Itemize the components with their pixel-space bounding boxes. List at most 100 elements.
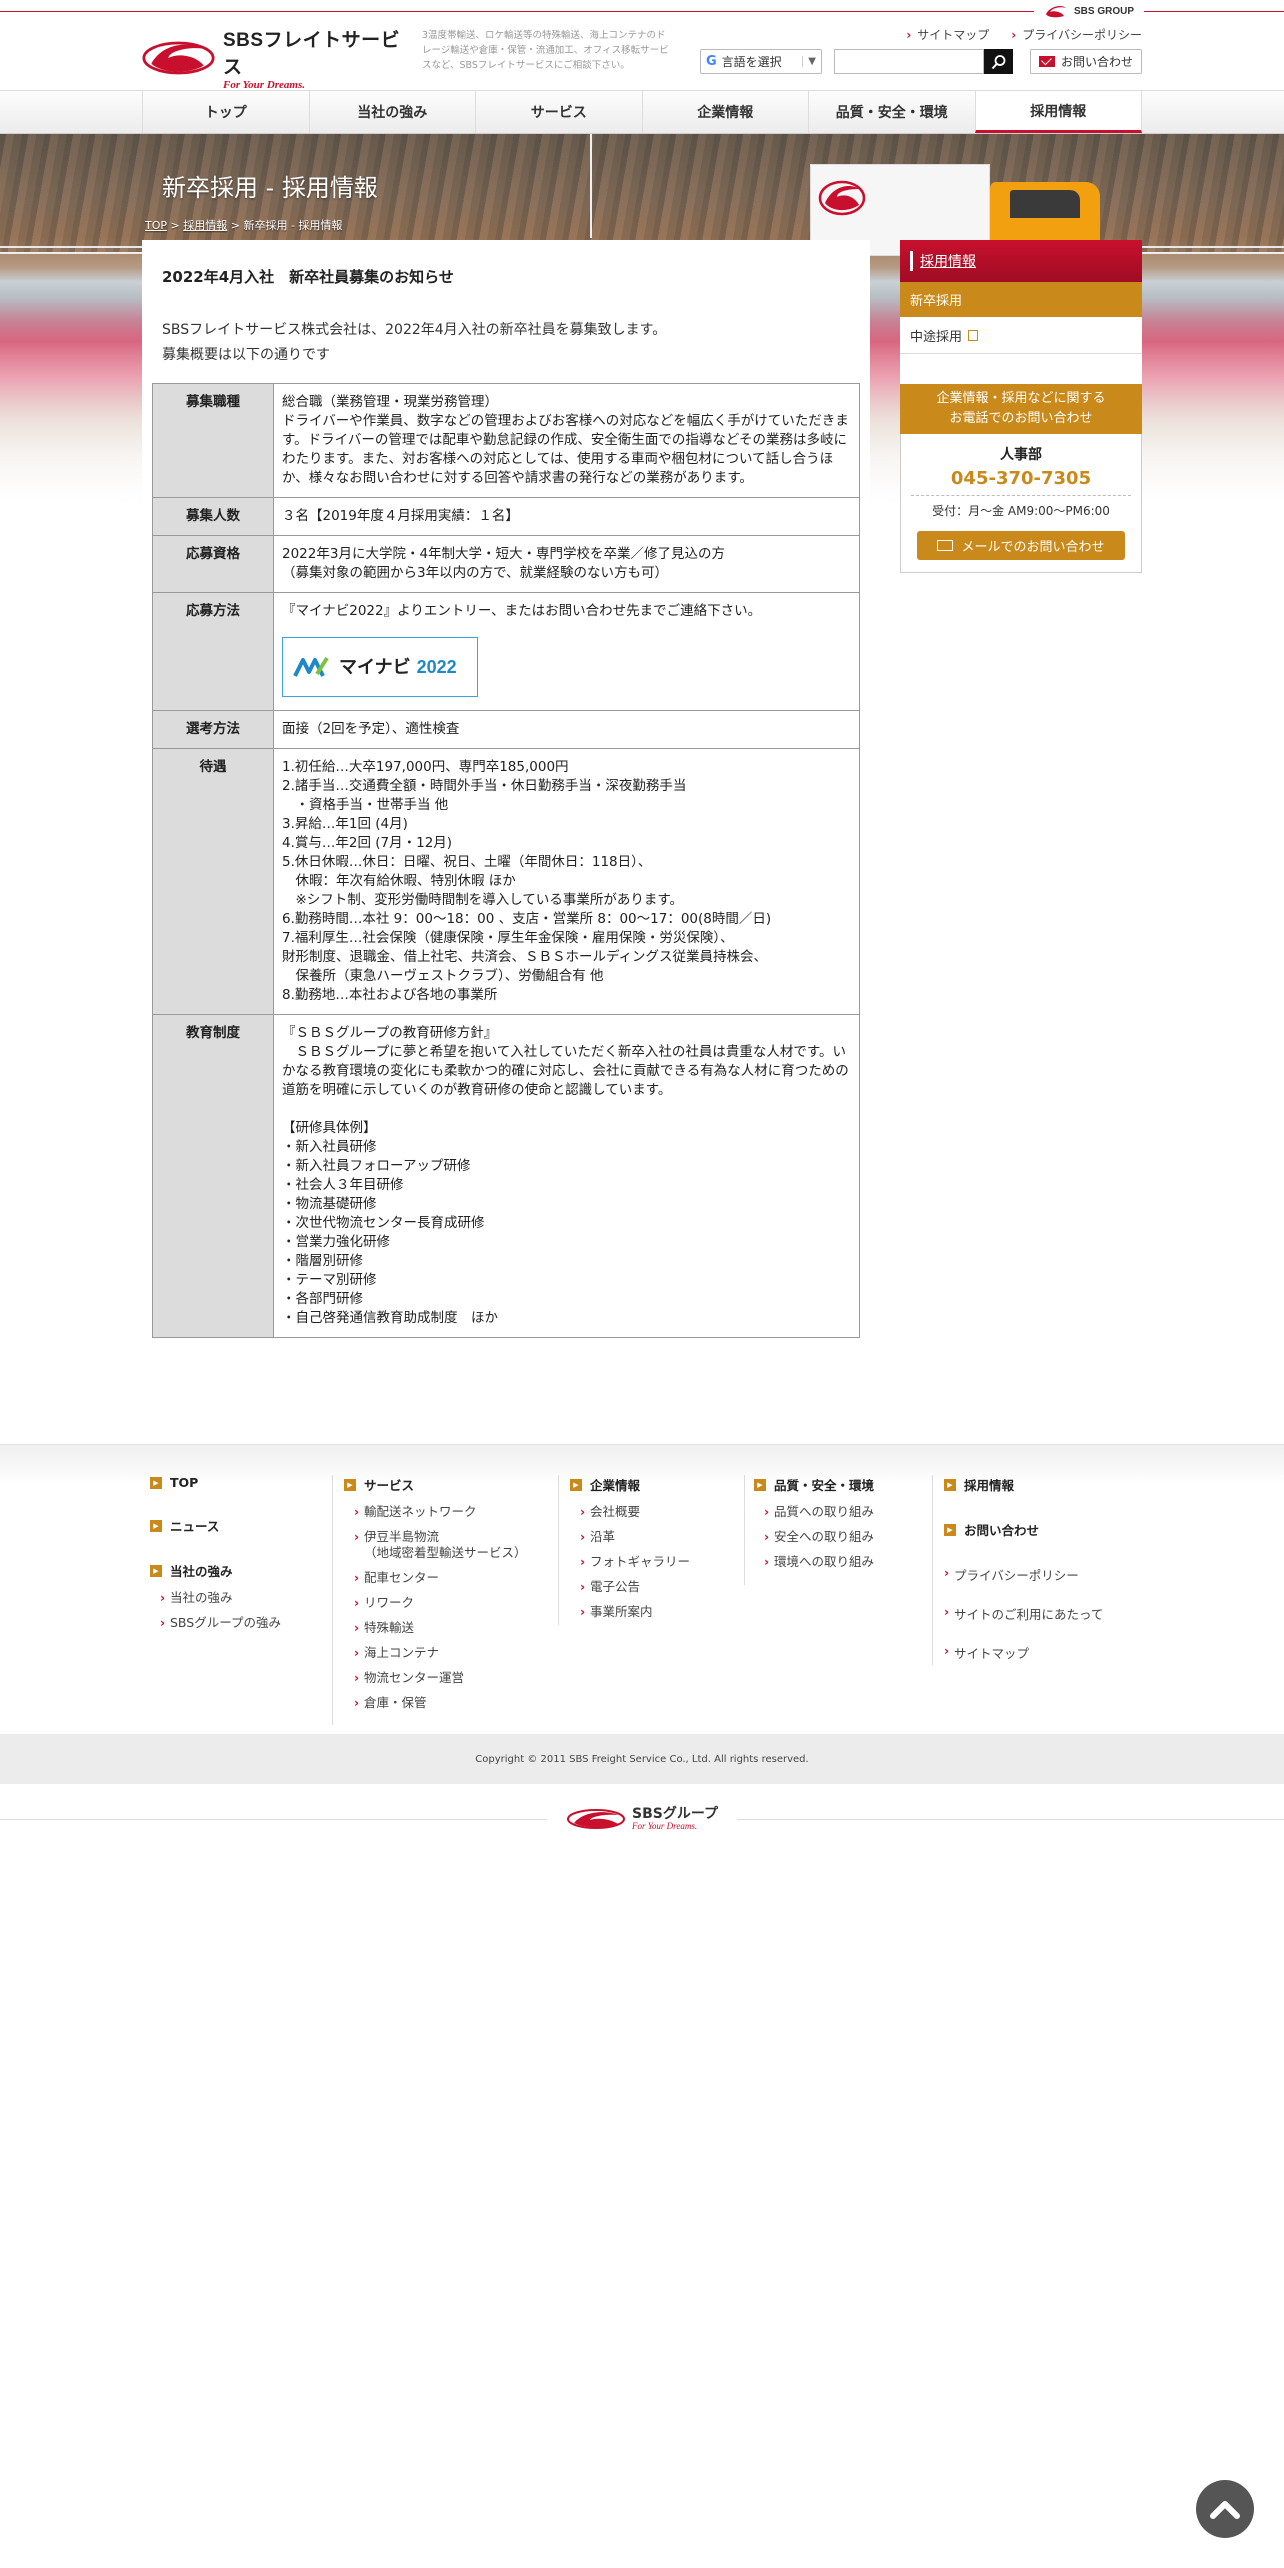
footer-link-history[interactable]: 沿革 [570,1529,690,1545]
mynavi-banner-link[interactable]: マイナビ 2022 [282,637,478,697]
nav-item-services[interactable]: サービス [475,91,642,133]
footer-link-rework[interactable]: リワーク [344,1595,527,1611]
sbs-swoosh-icon [567,1809,625,1829]
footer-col-5: 採用情報 お問い合わせ プライバシーポリシー サイトのご利用にあたって サイトマ… [944,1475,1103,1682]
footer-link-photo-gallery[interactable]: フォトギャラリー [570,1554,690,1570]
nav-item-strengths[interactable]: 当社の強み [308,91,476,133]
footer-link-privacy[interactable]: プライバシーポリシー [944,1565,1103,1584]
footer-link-quality[interactable]: 品質・安全・環境 [754,1475,874,1494]
company-logo[interactable]: SBSフレイトサービス For Your Dreams. [142,30,407,91]
footer-link-public-notice[interactable]: 電子公告 [570,1579,690,1595]
footer-link-izu-logistics[interactable]: 伊豆半島物流 （地域密着型輸送サービス） [344,1529,527,1561]
header-description: 3温度帯輸送、ロケ輸送等の特殊輸送、海上コンテナのドレージ輸送や倉庫・保管・流通… [422,30,669,71]
row-value-job: 総合職（業務管理・現業労務管理） ドライバーや作業員、数字などの管理およびお客様… [273,383,860,498]
education-line: ・社会人３年目研修 [282,1177,404,1193]
sbs-group-logo[interactable]: SBSグループ For Your Dreams. [547,1804,737,1834]
sbs-group-badge[interactable]: SBS GROUP [1033,0,1144,22]
footer-link-contact[interactable]: お問い合わせ [944,1520,1103,1539]
breadcrumb-top-link[interactable]: TOP [145,219,167,232]
search-button[interactable] [984,49,1013,74]
footer-link-warehouse[interactable]: 倉庫・保管 [344,1695,527,1711]
benefit-line: ※シフト制、変形労働時間制を導入している事業所があります。 [282,892,684,908]
mail-contact-label: メールでのお問い合わせ [961,540,1105,555]
contact-button[interactable]: お問い合わせ [1030,49,1142,74]
education-line [282,1100,851,1119]
nav-item-company[interactable]: 企業情報 [641,91,809,133]
google-icon: G [706,54,717,69]
footer-separator [932,1475,933,1665]
sitemap-link[interactable]: サイトマップ [906,26,989,43]
footer-link-group-strengths[interactable]: SBSグループの強み [150,1615,281,1631]
phone-contact-heading-line: お電話でのお問い合わせ [949,411,1093,426]
mynavi-logo-icon [293,656,329,677]
footer-link-offices[interactable]: 事業所案内 [570,1604,690,1620]
footer-link-quality-efforts[interactable]: 品質への取り組み [754,1504,874,1520]
row-label-selection: 選考方法 [152,710,274,749]
site-header: SBSフレイトサービス For Your Dreams. 3温度帯輸送、ロケ輸送… [0,24,1284,91]
side-nav-item-mid-career[interactable]: 中途採用 [900,318,1142,354]
side-nav-recruit-link[interactable]: 採用情報 [900,240,1142,282]
mail-contact-button[interactable]: メールでのお問い合わせ [917,531,1125,560]
copyright: Copyright © 2011 SBS Freight Service Co.… [0,1734,1284,1784]
footer-link-services[interactable]: サービス [344,1475,527,1494]
row-label-qualification: 応募資格 [152,535,274,593]
footer-link-sitemap[interactable]: サイトマップ [944,1643,1103,1662]
footer-link-our-strengths[interactable]: 当社の強み [150,1590,281,1606]
intro-line: SBSフレイトサービス株式会社は、2022年4月入社の新卒社員を募集致します。 [162,322,667,338]
breadcrumb-separator: > [167,219,184,232]
education-line: ・次世代物流センター長育成研修 [282,1215,485,1231]
search-icon [991,54,1005,69]
chevron-up-icon [1210,2501,1240,2519]
nav-item-quality[interactable]: 品質・安全・環境 [808,91,975,133]
phone-number[interactable]: 045-370-7305 [911,468,1131,496]
side-spacer [900,354,1142,384]
privacy-policy-link[interactable]: プライバシーポリシー [1011,26,1142,43]
side-nav: 採用情報 新卒採用 中途採用 企業情報・採用などに関する お電話でのお問い合わせ… [900,240,1142,573]
nav-item-recruit[interactable]: 採用情報 [974,91,1142,133]
footer-link-strengths[interactable]: 当社の強み [150,1561,281,1580]
table-row: 募集人数 ３名【2019年度４月採用実績：１名】 [152,497,860,536]
footer-link-special-transport[interactable]: 特殊輸送 [344,1620,527,1636]
education-line: ・営業力強化研修 [282,1234,390,1250]
footer-link-environment-efforts[interactable]: 環境への取り組み [754,1554,874,1570]
page-top-button[interactable] [1196,2480,1254,2538]
footer-link-service-network[interactable]: 輸配送ネットワーク [344,1504,527,1520]
footer-link-safety-efforts[interactable]: 安全への取り組み [754,1529,874,1545]
education-line: ・新入社員研修 [282,1139,377,1155]
footer-link-top[interactable]: TOP [150,1475,281,1490]
table-row: 待遇 1.初任給…大卒197,000円、専門卒185,000円 2.諸手当…交通… [152,748,860,1015]
intro-line: 募集概要は以下の通りです [162,347,330,363]
row-label-count: 募集人数 [152,497,274,536]
side-nav-item-new-grad[interactable]: 新卒採用 [900,282,1142,318]
row-value-qualification: 2022年3月に大学院・4年制大学・短大・専門学校を卒業／修了見込の方 （募集対… [273,535,860,593]
education-line: 【研修具体例】 [282,1120,377,1136]
footer-link-company[interactable]: 企業情報 [570,1475,690,1494]
footer-separator [332,1475,333,1725]
group-brand-footer: SBSグループ For Your Dreams. [0,1804,1284,1834]
breadcrumb-recruit-link[interactable]: 採用情報 [183,219,227,232]
footer-link-logistics-center[interactable]: 物流センター運営 [344,1670,527,1686]
footer-link-company-profile[interactable]: 会社概要 [570,1504,690,1520]
row-value-benefits: 1.初任給…大卒197,000円、専門卒185,000円 2.諸手当…交通費全額… [273,748,860,1015]
footer-link-news[interactable]: ニュース [150,1516,281,1535]
education-line: ・物流基礎研修 [282,1196,377,1212]
group-strip: SBS GROUP [0,0,1284,24]
search-input[interactable] [834,49,984,74]
benefit-line: 休暇：年次有給休暇、特別休暇 ほか [282,873,516,889]
phone-contact-box: 人事部 045-370-7305 受付：月～金 AM9:00～PM6:00 メー… [900,434,1142,573]
chevron-down-icon: ▼ [802,56,816,67]
row-value-selection: 面接（2回を予定）、適性検査 [273,710,860,749]
utility-links: サイトマップ プライバシーポリシー [906,26,1142,43]
footer-link-recruit[interactable]: 採用情報 [944,1475,1103,1494]
reception-hours: 受付：月～金 AM9:00～PM6:00 [932,504,1110,518]
footer-link-dispatch-center[interactable]: 配車センター [344,1570,527,1586]
intro-text: SBSフレイトサービス株式会社は、2022年4月入社の新卒社員を募集致します。 … [162,318,666,368]
language-selector[interactable]: G 言語を選択 ▼ [700,49,822,74]
main-content: 2022年4月入社 新卒社員募集のお知らせ SBSフレイトサービス株式会社は、2… [142,240,870,1418]
footer-link-marine-container[interactable]: 海上コンテナ [344,1645,527,1661]
benefit-line: 8.勤務地…本社および各地の事業所 [282,987,498,1003]
nav-item-top[interactable]: トップ [142,91,309,133]
education-line: ・自己啓発通信教育助成制度 ほか [282,1310,498,1326]
page-title: 新卒採用 - 採用情報 [162,174,378,202]
footer-link-terms[interactable]: サイトのご利用にあたって [944,1604,1103,1623]
